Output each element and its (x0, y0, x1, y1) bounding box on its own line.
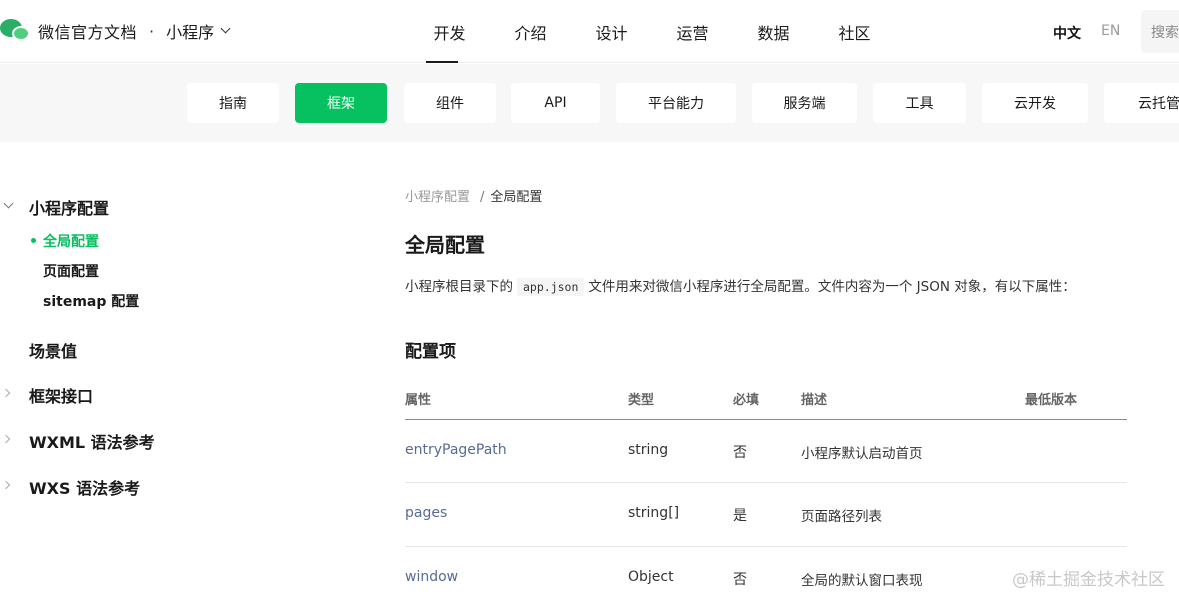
table-cell-desc: 小程序默认启动首页 (801, 446, 923, 462)
breadcrumb-parent[interactable]: 小程序配置 (405, 190, 470, 205)
subnav-platform[interactable]: 平台能力 (616, 83, 736, 123)
subnav-server[interactable]: 服务端 (752, 83, 857, 123)
table-row-divider (405, 482, 1127, 483)
breadcrumb-separator: / (480, 190, 485, 205)
table-header-attr: 属性 (405, 393, 432, 408)
breadcrumb: 小程序配置 / 全局配置 (405, 186, 542, 205)
nav-item-develop[interactable]: 开发 (409, 0, 490, 63)
nav-item-data[interactable]: 数据 (733, 0, 814, 63)
brand-separator: · (149, 21, 155, 41)
table-cell-desc: 页面路径列表 (801, 509, 882, 525)
table-cell-attr[interactable]: entryPagePath (405, 442, 507, 458)
table-header-desc: 描述 (801, 393, 828, 408)
table-cell-desc: 全局的默认窗口表现 (801, 573, 923, 589)
section-title: 配置项 (405, 342, 456, 362)
subnav-cloud-dev[interactable]: 云开发 (982, 83, 1088, 123)
sidebar-group-wxml[interactable]: WXML 语法参考 (29, 429, 155, 453)
nav-item-design[interactable]: 设计 (571, 0, 652, 63)
inline-code: app.json (517, 278, 585, 296)
search-input[interactable]: 搜索 (1141, 10, 1179, 53)
subnav-api[interactable]: API (511, 83, 600, 123)
lang-en[interactable]: EN (1101, 23, 1120, 39)
product-switcher[interactable]: 小程序 (166, 19, 214, 43)
watermark: @稀土掘金技术社区 (1012, 570, 1165, 590)
table-header-type: 类型 (628, 393, 655, 408)
active-bullet-icon (31, 238, 36, 243)
nav-item-intro[interactable]: 介绍 (490, 0, 571, 63)
sidebar-group-framework-api[interactable]: 框架接口 (29, 383, 93, 407)
intro-text-before: 小程序根目录下的 (405, 279, 513, 295)
sidebar-item-page-config[interactable]: 页面配置 (43, 261, 99, 281)
subnav-tools[interactable]: 工具 (873, 83, 966, 123)
table-cell-type: string[] (628, 505, 680, 521)
table-header-min-version: 最低版本 (1025, 393, 1078, 408)
table-cell-required: 否 (733, 572, 747, 588)
subnav-guide[interactable]: 指南 (187, 83, 279, 123)
top-header: 微信官方文档 · 小程序 开发 介绍 设计 运营 数据 社区 中文 EN 搜索 (0, 0, 1179, 63)
table-cell-required: 是 (733, 508, 747, 524)
sidebar-group-scene[interactable]: 场景值 (29, 338, 77, 362)
sidebar-group-wxs[interactable]: WXS 语法参考 (29, 475, 140, 499)
main-nav: 开发 介绍 设计 运营 数据 社区 (409, 0, 895, 63)
nav-item-operation[interactable]: 运营 (652, 0, 733, 63)
table-cell-required: 否 (733, 445, 747, 461)
brand-title[interactable]: 微信官方文档 (38, 19, 137, 43)
breadcrumb-current: 全局配置 (490, 190, 543, 205)
subnav-framework[interactable]: 框架 (295, 83, 387, 123)
table-cell-attr[interactable]: pages (405, 505, 447, 521)
subnav-components[interactable]: 组件 (404, 83, 496, 123)
table-cell-type: string (628, 442, 669, 458)
table-cell-attr[interactable]: window (405, 569, 458, 585)
sidebar-group-miniprogram-config[interactable]: 小程序配置 (29, 195, 109, 219)
table-row-divider (405, 546, 1127, 547)
sidebar-item-sitemap-config[interactable]: sitemap 配置 (43, 291, 139, 311)
chevron-down-icon[interactable] (220, 23, 231, 34)
table-cell-type: Object (628, 569, 674, 585)
brand[interactable]: 微信官方文档 · 小程序 (0, 16, 231, 46)
lang-zh[interactable]: 中文 (1053, 23, 1081, 43)
page-title: 全局配置 (405, 233, 485, 257)
sidebar-item-global-config[interactable]: 全局配置 (43, 231, 99, 251)
nav-item-community[interactable]: 社区 (814, 0, 895, 63)
table-header-required: 必填 (733, 393, 760, 408)
subnav-cloud-hosting[interactable]: 云托管 (1104, 83, 1179, 123)
intro-text-after: 文件用来对微信小程序进行全局配置。文件内容为一个 JSON 对象，有以下属性： (588, 279, 1076, 295)
table-header-divider (405, 419, 1127, 420)
wechat-logo-icon (0, 17, 34, 45)
intro-text: 小程序根目录下的 app.json 文件用来对微信小程序进行全局配置。文件内容为一个… (405, 275, 1076, 296)
